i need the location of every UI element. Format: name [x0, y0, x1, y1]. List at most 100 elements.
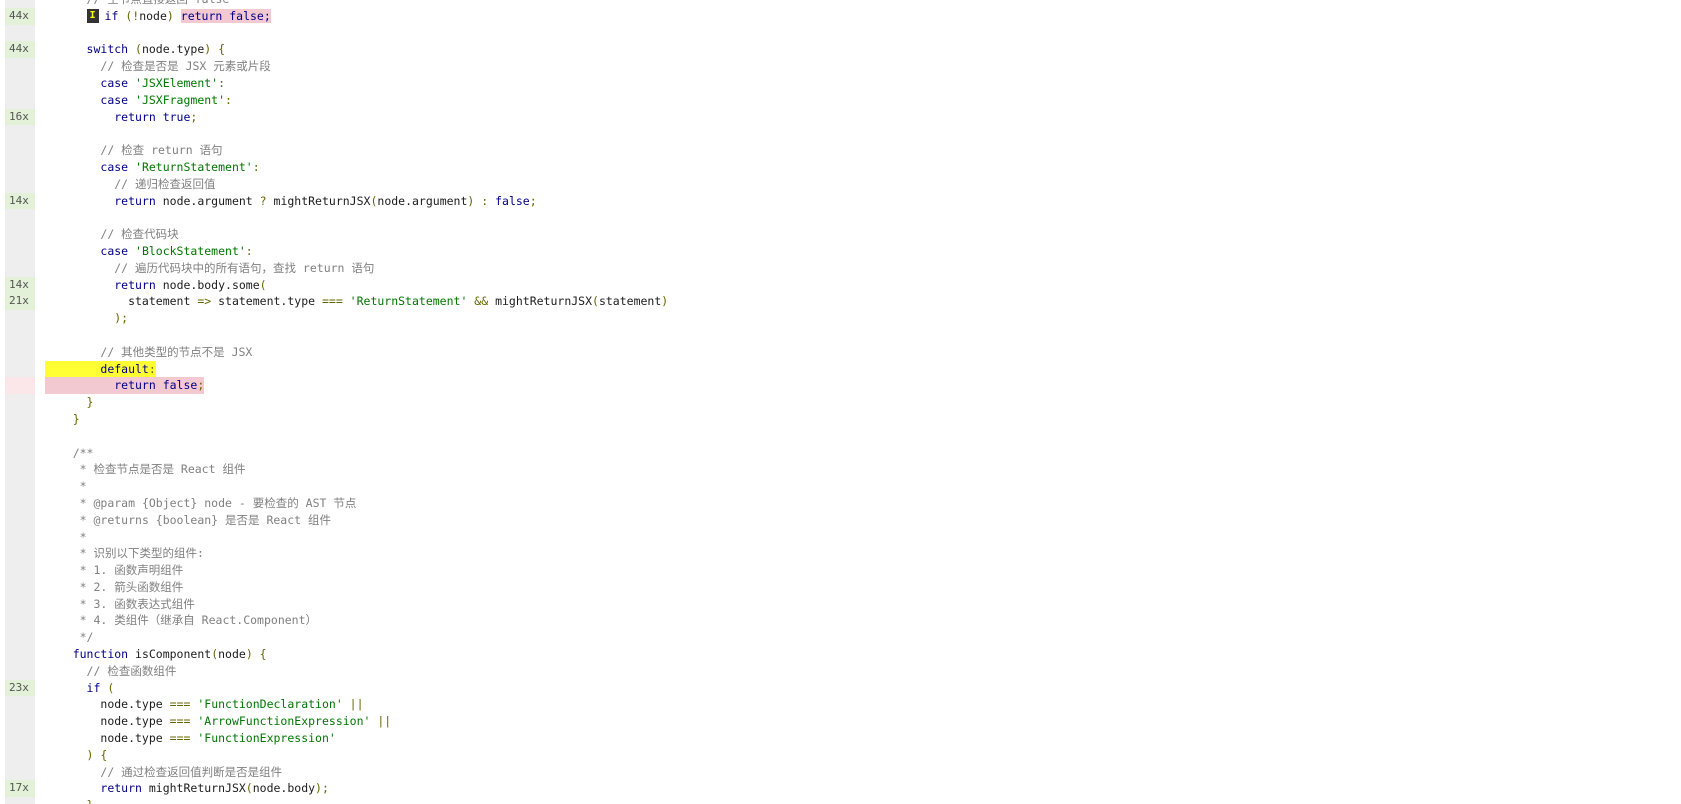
code-line — [0, 428, 1681, 445]
code-line — [0, 125, 1681, 142]
code-token: ( — [118, 8, 133, 23]
code-token: mightReturnJSX — [495, 294, 593, 309]
code-token: statement — [598, 294, 662, 309]
hit-count — [5, 478, 35, 495]
code-token: */ — [72, 630, 94, 645]
hit-count: 17x — [5, 780, 35, 798]
hit-count — [5, 25, 35, 42]
code-line: // 检查代码块 — [0, 226, 1681, 243]
code-line: 16x return true; — [0, 108, 1681, 126]
code-token: node.body.some — [162, 277, 260, 292]
code-line: case 'ReturnStatement': — [0, 159, 1681, 176]
code-token: ); — [315, 781, 329, 796]
hit-count — [5, 361, 35, 378]
code-token: * 识别以下类型的组件: — [72, 546, 204, 561]
hit-count — [5, 411, 35, 428]
code-line: * — [0, 529, 1681, 546]
code-text: node.type === 'FunctionDeclaration' || — [45, 696, 363, 713]
code-token: node.argument — [162, 193, 260, 208]
code-text: * — [45, 478, 87, 495]
code-token: statement.type — [218, 294, 322, 309]
code-token: => — [197, 294, 219, 309]
uncovered-statement-line: return false; — [45, 377, 205, 395]
code-token: return true — [86, 109, 191, 124]
branch-not-taken-icon: I — [86, 9, 99, 24]
code-token: false — [495, 193, 530, 208]
code-text: // 检查是否是 JSX 元素或片段 — [45, 58, 270, 75]
hit-count — [5, 243, 35, 260]
code-line — [0, 209, 1681, 226]
code-line: 44x Iif (!node) return false; — [0, 7, 1681, 25]
code-token: ( — [128, 42, 142, 57]
hit-count — [5, 764, 35, 781]
code-text: * — [45, 529, 87, 546]
code-token: 'ReturnStatement' — [349, 294, 475, 309]
code-text: Iif (!node) return false; — [45, 8, 271, 25]
hit-count — [5, 142, 35, 159]
code-token: return false; — [180, 8, 271, 23]
code-token: // 其他类型的节点不是 JSX — [86, 344, 253, 359]
code-token: ; — [529, 193, 537, 208]
code-text: case 'JSXElement': — [45, 75, 225, 92]
code-token: case — [86, 243, 136, 258]
code-line: ) { — [0, 747, 1681, 764]
code-token: function — [72, 647, 136, 662]
code-token: ? — [259, 193, 274, 208]
code-line: /** — [0, 445, 1681, 462]
hit-count — [5, 713, 35, 730]
code-token: 'ReturnStatement' — [135, 159, 253, 174]
code-line: // 检查函数组件 — [0, 663, 1681, 680]
code-line: case 'JSXElement': — [0, 75, 1681, 92]
code-token: node.body — [252, 781, 316, 796]
code-token: ; — [197, 378, 205, 393]
code-token: // 检查 return 语句 — [86, 143, 223, 158]
hit-count — [5, 260, 35, 277]
code-token: // 遍历代码块中的所有语句，查找 return 语句 — [86, 260, 375, 275]
code-token: 'BlockStatement' — [135, 243, 246, 258]
code-text: switch (node.type) { — [45, 41, 226, 58]
code-token: ) { — [245, 647, 267, 662]
hit-count — [5, 629, 35, 646]
code-text: node.type === 'FunctionExpression' — [45, 730, 336, 747]
hit-count — [5, 75, 35, 92]
code-text: function isComponent(node) { — [45, 646, 267, 663]
hit-count — [5, 428, 35, 445]
hit-count — [5, 344, 35, 361]
code-token: case — [86, 92, 136, 107]
code-line: case 'JSXFragment': — [0, 92, 1681, 109]
code-text: * 4. 类组件（继承自 React.Component） — [45, 612, 317, 629]
code-line: 17x return mightReturnJSX(node.body); — [0, 780, 1681, 798]
hit-count — [5, 125, 35, 142]
code-text: * 1. 函数声明组件 — [45, 562, 184, 579]
code-token: } — [72, 411, 80, 426]
code-token: * @param {Object} node - 要检查的 AST 节点 — [72, 495, 357, 510]
code-line: default: — [0, 360, 1681, 378]
code-token: mightReturnJSX — [148, 781, 246, 796]
code-token: : — [252, 159, 260, 174]
code-token: ( — [259, 277, 267, 292]
code-token: ); — [86, 311, 129, 326]
code-line: node.type === 'FunctionExpression' — [0, 730, 1681, 747]
code-text: if ( — [45, 680, 115, 697]
code-text: statement => statement.type === 'ReturnS… — [45, 293, 668, 310]
code-text: return node.argument ? mightReturnJSX(no… — [45, 193, 537, 210]
code-line: // 通过检查返回值判断是否是组件 — [0, 764, 1681, 781]
code-token: 'FunctionExpression' — [197, 731, 336, 746]
code-text: */ — [45, 629, 94, 646]
hit-count — [5, 377, 35, 395]
hit-count — [5, 797, 35, 804]
code-token: isComponent — [135, 647, 212, 662]
code-text: } — [45, 797, 94, 804]
hit-count — [5, 461, 35, 478]
hit-count — [5, 696, 35, 713]
hit-count — [5, 596, 35, 613]
code-token: node.argument — [377, 193, 468, 208]
code-text: // 空节点直接返回 false — [45, 0, 230, 8]
hit-count — [5, 0, 35, 8]
hit-count — [5, 512, 35, 529]
code-line: // 检查是否是 JSX 元素或片段 — [0, 58, 1681, 75]
code-line: 14x return node.body.some( — [0, 276, 1681, 294]
